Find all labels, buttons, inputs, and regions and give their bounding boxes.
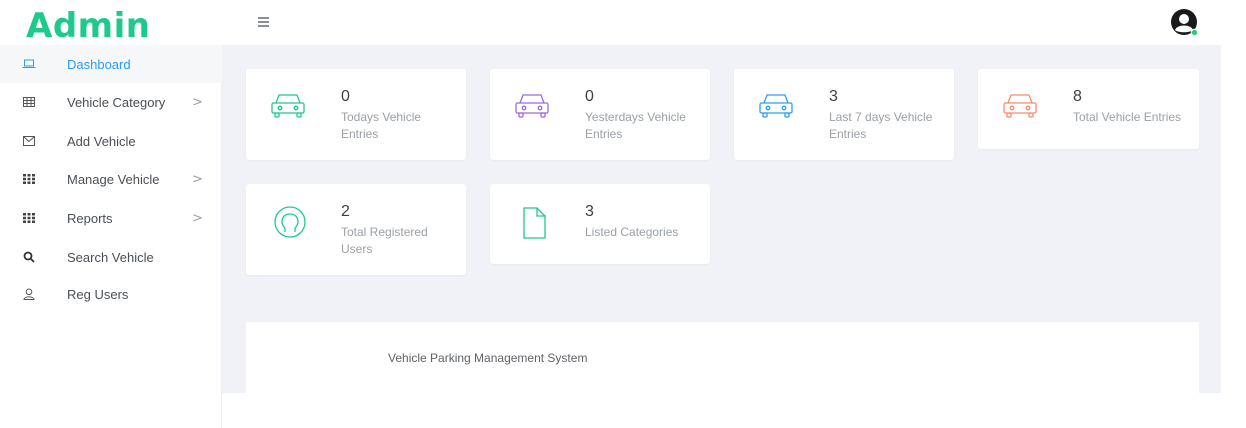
car-icon [756,87,796,127]
sidebar-item-label: Search Vehicle [67,249,154,265]
stat-value: 0 [341,88,350,105]
hamburger-icon[interactable] [258,14,270,28]
stat-card-last-7-days-entries[interactable]: 3 Last 7 days Vehicle Entries [734,69,954,160]
sidebar-item-reg-users[interactable]: Reg Users [0,275,222,313]
user-avatar-icon[interactable] [1170,8,1200,38]
footer-text: Vehicle Parking Management System [388,351,588,365]
user-icon [22,287,36,301]
stat-label: Listed Categories [585,225,679,239]
stat-card-yesterdays-entries[interactable]: 0 Yesterdays Vehicle Entries [490,69,710,160]
stat-value: 2 [341,203,350,220]
chevron-right-icon: > [192,94,203,110]
car-icon [268,87,308,127]
sidebar-item-dashboard[interactable]: Dashboard [0,45,222,83]
stat-card-registered-users[interactable]: 2 Total Registered Users [246,184,466,275]
envelope-icon [22,134,36,148]
stat-value: 8 [1073,88,1082,105]
car-icon [1000,87,1040,127]
stat-card-listed-categories[interactable]: 3 Listed Categories [490,184,710,264]
user-circle-icon [268,202,308,242]
sidebar-item-search-vehicle[interactable]: Search Vehicle [0,238,222,276]
laptop-icon [22,57,36,71]
file-icon [512,202,552,242]
sidebar-item-label: Reg Users [67,286,129,302]
sidebar-item-label: Reports [67,210,113,226]
sidebar-item-manage-vehicle[interactable]: Manage Vehicle > [0,160,222,198]
car-icon [512,87,552,127]
sidebar-item-label: Vehicle Category [67,94,166,110]
footer: Vehicle Parking Management System [246,322,1199,393]
app-logo[interactable]: Admin [26,6,150,46]
chevron-right-icon: > [192,171,203,187]
search-icon [22,250,36,264]
stat-card-total-entries[interactable]: 8 Total Vehicle Entries [978,69,1199,149]
sidebar-item-reports[interactable]: Reports > [0,199,222,237]
stat-label: Todays Vehicle Entries [341,110,422,141]
stat-card-todays-entries[interactable]: 0 Todays Vehicle Entries [246,69,466,160]
stat-label: Yesterdays Vehicle Entries [585,110,686,141]
stat-value: 0 [585,88,594,105]
chevron-right-icon: > [192,210,203,226]
sidebar-item-label: Add Vehicle [67,133,136,149]
main-content: 0 Todays Vehicle Entries 0 Yesterdays Ve… [222,45,1221,393]
sidebar-item-label: Dashboard [67,56,131,72]
table-icon [22,95,36,109]
sidebar-item-add-vehicle[interactable]: Add Vehicle [0,122,222,160]
stat-value: 3 [585,203,594,220]
sidebar-item-vehicle-category[interactable]: Vehicle Category > [0,83,222,121]
stat-label: Total Vehicle Entries [1073,110,1182,124]
grid-icon [22,172,36,186]
grid-icon [22,211,36,225]
sidebar: Dashboard Vehicle Category > Add Vehicle… [0,45,222,428]
stat-label: Total Registered Users [341,225,428,256]
stat-value: 3 [829,88,838,105]
stat-label: Last 7 days Vehicle Entries [829,110,933,141]
sidebar-item-label: Manage Vehicle [67,171,160,187]
